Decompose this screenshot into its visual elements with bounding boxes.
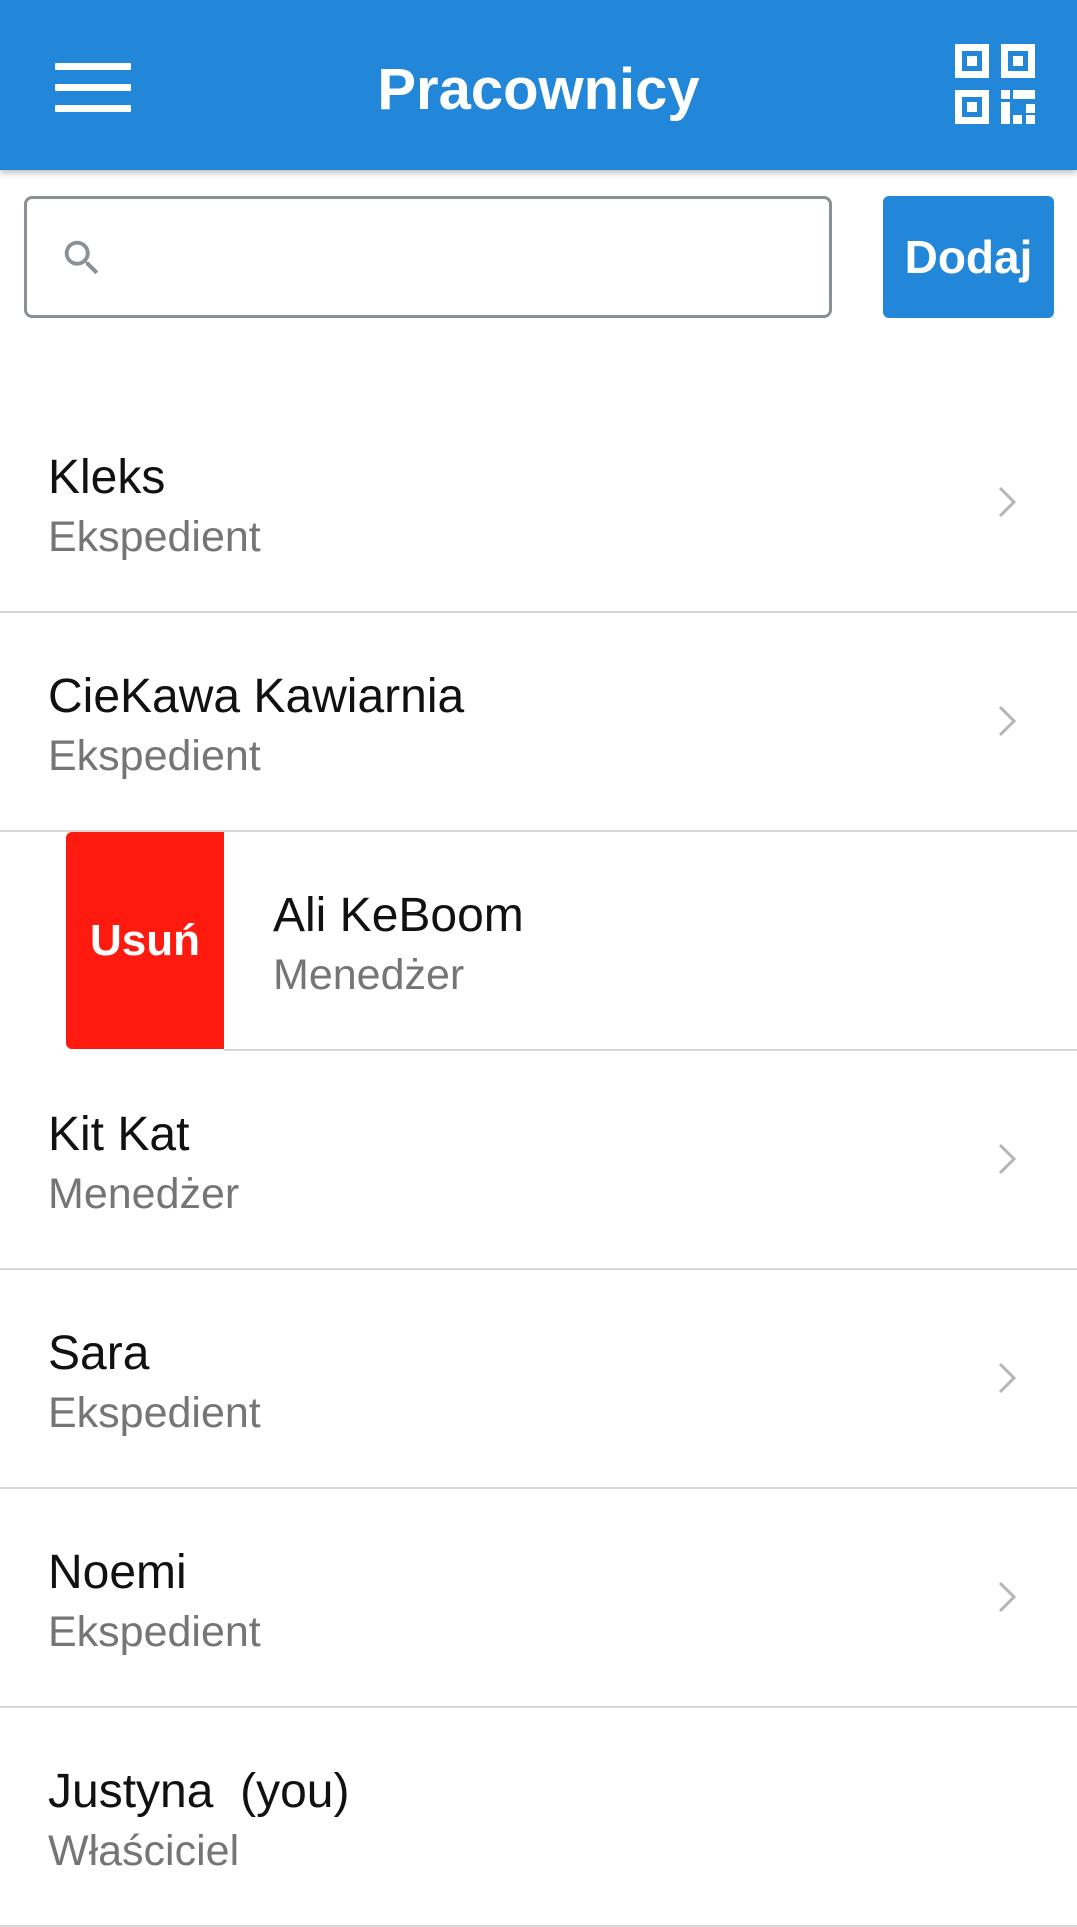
employee-role: Właściciel — [48, 1827, 240, 1875]
search-icon — [64, 240, 99, 275]
employee-name: Ali KeBoom — [273, 889, 524, 942]
employee-name: Kit Kat — [48, 1108, 190, 1161]
employee-name: Justyna (you) — [48, 1765, 350, 1818]
list-item[interactable]: Kit Kat Menedżer — [0, 1051, 1077, 1270]
employee-list: Kleks Ekspedient CieKawa Kawiarnia Ekspe… — [0, 394, 1077, 1927]
chevron-right-icon — [998, 486, 1017, 518]
chevron-right-icon — [998, 705, 1017, 737]
chevron-right-icon — [998, 1143, 1017, 1175]
employee-name: Sara — [48, 1327, 150, 1380]
list-item[interactable]: Justyna (you) Właściciel — [0, 1708, 1077, 1927]
list-item[interactable]: Kleks Ekspedient — [0, 394, 1077, 613]
employee-name: CieKawa Kawiarnia — [48, 670, 465, 723]
list-item[interactable]: Usuń Ali KeBoom Menedżer — [0, 832, 1077, 1051]
employee-role: Ekspedient — [48, 1608, 261, 1656]
page-title: Pracownicy — [377, 57, 700, 122]
qr-code-icon[interactable] — [955, 44, 1035, 124]
app-bar: Pracownicy — [0, 0, 1077, 170]
employee-name: Noemi — [48, 1546, 187, 1599]
list-item[interactable]: Sara Ekspedient — [0, 1270, 1077, 1489]
chevron-right-icon — [998, 1581, 1017, 1613]
list-item[interactable]: CieKawa Kawiarnia Ekspedient — [0, 613, 1077, 832]
add-employee-button[interactable]: Dodaj — [883, 196, 1054, 318]
list-item[interactable]: Noemi Ekspedient — [0, 1489, 1077, 1708]
employee-role: Menedżer — [273, 951, 465, 999]
hamburger-menu-icon[interactable] — [55, 63, 131, 113]
search-input[interactable] — [123, 209, 817, 307]
chevron-right-icon — [998, 1362, 1017, 1394]
employee-name: Kleks — [48, 451, 166, 504]
employee-role: Ekspedient — [48, 1389, 261, 1437]
employee-role: Ekspedient — [48, 732, 261, 780]
search-field[interactable] — [24, 196, 832, 318]
employee-role: Menedżer — [48, 1170, 240, 1218]
delete-button[interactable]: Usuń — [66, 832, 224, 1049]
employee-role: Ekspedient — [48, 513, 261, 561]
